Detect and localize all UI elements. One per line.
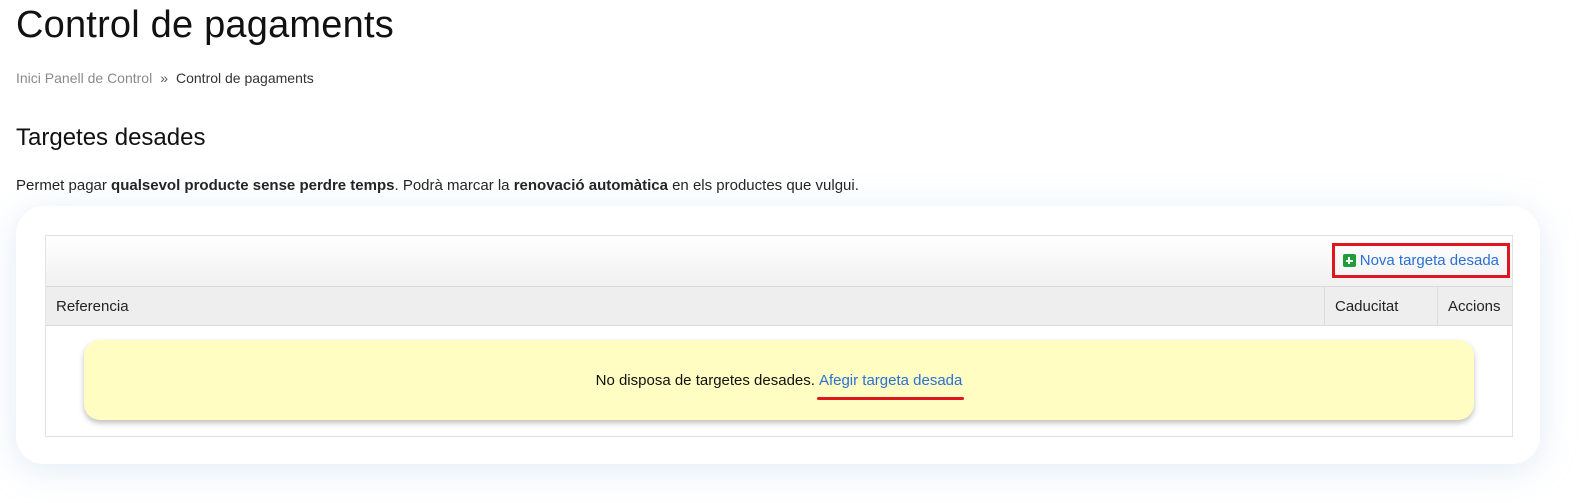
empty-state-alert: No disposa de targetes desades. Afegir t… xyxy=(84,340,1474,420)
intro-text-3: en els productes que vulgui. xyxy=(667,177,859,194)
breadcrumb-current: Control de pagaments xyxy=(176,70,314,86)
saved-cards-table: Nova targeta desada Referencia Caducitat… xyxy=(45,235,1513,437)
breadcrumb-separator: » xyxy=(160,70,168,86)
intro-bold-2: renovació automàtica xyxy=(513,177,668,194)
new-saved-card-button[interactable]: Nova targeta desada xyxy=(1331,243,1510,278)
page-title: Control de pagaments xyxy=(16,4,394,46)
plus-square-icon xyxy=(1342,254,1356,267)
breadcrumb: Inici Panell de Control » Control de pagam… xyxy=(16,70,314,86)
breadcrumb-home-link[interactable]: Inici xyxy=(16,70,41,86)
column-header-expiry: Caducitat xyxy=(1325,287,1438,325)
add-saved-card-link[interactable]: Afegir targeta desada xyxy=(816,372,965,400)
new-saved-card-label: Nova targeta desada xyxy=(1359,252,1499,269)
table-header: Referencia Caducitat Accions xyxy=(46,287,1512,326)
empty-state-message: No disposa de targetes desades. xyxy=(595,371,815,389)
breadcrumb-panel-link[interactable]: Panell de Control xyxy=(45,70,152,86)
column-header-actions: Accions xyxy=(1448,297,1501,315)
section-intro: Permet pagar qualsevol producte sense pe… xyxy=(16,177,859,194)
intro-bold-1: qualsevol producte sense perdre temps xyxy=(111,177,395,194)
intro-text-2: . Podrà marcar la xyxy=(394,177,514,194)
column-header-reference: Referencia xyxy=(46,287,1325,325)
table-toolbar: Nova targeta desada xyxy=(46,236,1512,287)
section-title: Targetes desades xyxy=(16,124,206,151)
intro-text-1: Permet pagar xyxy=(16,177,112,194)
saved-cards-panel: Nova targeta desada Referencia Caducitat… xyxy=(16,206,1540,464)
